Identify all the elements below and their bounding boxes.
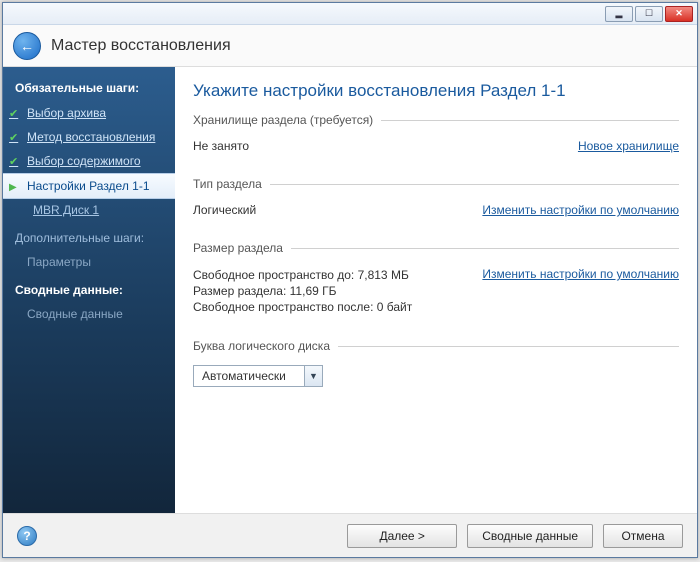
cancel-button[interactable]: Отмена — [603, 524, 683, 548]
new-storage-link[interactable]: Новое хранилище — [578, 139, 679, 153]
sidebar-step-partition-settings[interactable]: Настройки Раздел 1-1 — [3, 173, 175, 199]
sidebar-item-label: Выбор архива — [27, 106, 106, 120]
partition-size: Размер раздела: 11,69 ГБ — [193, 283, 412, 299]
section-label-text: Тип раздела — [193, 177, 262, 191]
free-space-before: Свободное пространство до: 7,813 МБ — [193, 267, 412, 283]
section-psize-label: Размер раздела — [193, 241, 679, 255]
section-ptype-label: Тип раздела — [193, 177, 679, 191]
footer: ? Далее > Сводные данные Отмена — [3, 513, 697, 557]
arrow-right-icon — [9, 179, 21, 191]
check-icon — [9, 130, 21, 142]
minimize-button[interactable]: ▂ — [605, 6, 633, 22]
divider-line — [291, 248, 679, 249]
summary-button[interactable]: Сводные данные — [467, 524, 593, 548]
sidebar-summary-heading: Сводные данные: — [3, 279, 175, 303]
section-label-text: Размер раздела — [193, 241, 283, 255]
wizard-window: ▂ ☐ ✕ ← Мастер восстановления Обязательн… — [2, 2, 698, 558]
change-ptype-defaults-link[interactable]: Изменить настройки по умолчанию — [482, 203, 679, 217]
storage-value: Не занято — [193, 139, 249, 153]
free-space-after: Свободное пространство после: 0 байт — [193, 299, 412, 315]
main-panel: Укажите настройки восстановления Раздел … — [175, 67, 697, 513]
section-label-text: Буква логического диска — [193, 339, 330, 353]
drive-letter-value: Автоматически — [194, 366, 304, 386]
ptype-value: Логический — [193, 203, 256, 217]
sidebar-optional-heading: Дополнительные шаги: — [3, 227, 175, 251]
chevron-down-icon[interactable]: ▼ — [304, 366, 322, 386]
section-storage-label: Хранилище раздела (требуется) — [193, 113, 679, 127]
sidebar: Обязательные шаги: Выбор архива Метод во… — [3, 67, 175, 513]
divider-line — [338, 346, 679, 347]
sidebar-item-label: Настройки Раздел 1-1 — [27, 179, 150, 193]
section-label-text: Хранилище раздела (требуется) — [193, 113, 373, 127]
close-button[interactable]: ✕ — [665, 6, 693, 22]
sidebar-item-summary[interactable]: Сводные данные — [3, 303, 175, 325]
sidebar-subitem-mbr-disk[interactable]: MBR Диск 1 — [3, 199, 175, 221]
sidebar-step-method[interactable]: Метод восстановления — [3, 125, 175, 149]
check-icon — [9, 154, 21, 166]
sidebar-step-content[interactable]: Выбор содержимого — [3, 149, 175, 173]
sidebar-step-archive[interactable]: Выбор архива — [3, 101, 175, 125]
change-psize-defaults-link[interactable]: Изменить настройки по умолчанию — [482, 267, 679, 281]
next-button[interactable]: Далее > — [347, 524, 457, 548]
header: ← Мастер восстановления — [3, 25, 697, 67]
drive-letter-combobox[interactable]: Автоматически ▼ — [193, 365, 323, 387]
sidebar-item-parameters[interactable]: Параметры — [3, 251, 175, 273]
help-icon[interactable]: ? — [17, 526, 37, 546]
maximize-button[interactable]: ☐ — [635, 6, 663, 22]
sidebar-required-heading: Обязательные шаги: — [3, 77, 175, 101]
page-title: Укажите настройки восстановления Раздел … — [193, 81, 679, 101]
back-button[interactable]: ← — [13, 32, 41, 60]
sidebar-item-label: Выбор содержимого — [27, 154, 141, 168]
section-drive-letter-label: Буква логического диска — [193, 339, 679, 353]
check-icon — [9, 106, 21, 118]
divider-line — [270, 184, 679, 185]
divider-line — [381, 120, 679, 121]
wizard-title: Мастер восстановления — [51, 37, 231, 55]
body: Обязательные шаги: Выбор архива Метод во… — [3, 67, 697, 513]
titlebar: ▂ ☐ ✕ — [3, 3, 697, 25]
sidebar-item-label: Метод восстановления — [27, 130, 155, 144]
back-arrow-icon: ← — [20, 38, 34, 54]
